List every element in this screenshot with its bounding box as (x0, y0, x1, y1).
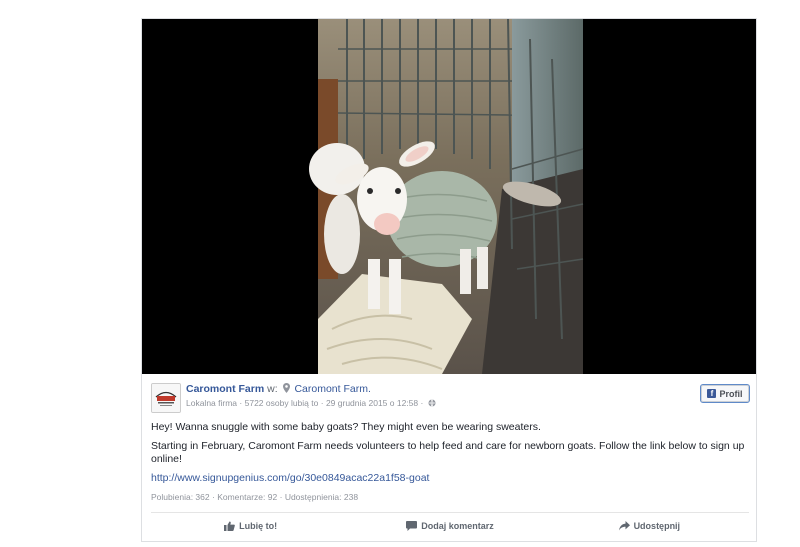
post-stats: Polubienia: 362 · Komentarze: 92 · Udost… (151, 492, 358, 502)
stats-dot: · (279, 492, 283, 502)
meta-dot: · (320, 398, 324, 408)
page-likes-count[interactable]: 5722 osoby lubią to (245, 398, 319, 408)
comment-button-label: Dodaj komentarz (421, 521, 494, 531)
post-actions: Lubię to! Dodaj komentarz Udostępnij (151, 516, 749, 536)
meta-dot: · (239, 398, 243, 408)
page-avatar[interactable] (151, 383, 181, 413)
facebook-post: Caromont Farm w: Caromont Farm. Lokalna … (141, 18, 757, 542)
actions-divider (151, 512, 749, 513)
share-button-label: Udostępnij (633, 521, 681, 531)
location-pin-icon (282, 383, 290, 393)
comment-button[interactable]: Dodaj komentarz (350, 516, 549, 536)
video-player[interactable] (142, 19, 756, 374)
post-text-line-1: Hey! Wanna snuggle with some baby goats?… (151, 421, 541, 433)
share-button[interactable]: Udostępnij (550, 516, 749, 536)
post-meta: Lokalna firma · 5722 osoby lubią to · 29… (186, 398, 436, 408)
baby-goat-video-frame (142, 19, 756, 374)
post-body: Hey! Wanna snuggle with some baby goats?… (151, 421, 751, 491)
shares-count[interactable]: Udostępnienia: 238 (285, 492, 358, 502)
location-link[interactable]: Caromont Farm. (294, 383, 370, 395)
signup-link[interactable]: http://www.signupgenius.com/go/30e0849ac… (151, 472, 429, 484)
meta-dot: · (420, 398, 424, 408)
post-text-line-2: Starting in February, Caromont Farm need… (151, 440, 745, 465)
post-header: Caromont Farm w: Caromont Farm. Lokalna … (151, 383, 750, 423)
profile-button-label: Profil (719, 388, 743, 399)
caromont-logo-icon (152, 384, 180, 412)
thumbs-up-icon (224, 521, 236, 531)
post-author-line: Caromont Farm w: Caromont Farm. (186, 383, 371, 395)
page-name-link[interactable]: Caromont Farm (186, 383, 264, 395)
like-button[interactable]: Lubię to! (151, 516, 350, 536)
globe-icon (428, 399, 436, 407)
facebook-logo-icon: f (707, 389, 717, 398)
likes-count[interactable]: Polubienia: 362 (151, 492, 210, 502)
comment-icon (406, 521, 418, 531)
share-arrow-icon (618, 521, 630, 531)
stats-dot: · (211, 492, 215, 502)
location-separator: w: (267, 383, 278, 395)
profile-button[interactable]: f Profil (700, 384, 750, 403)
like-button-label: Lubię to! (239, 521, 278, 531)
page-category: Lokalna firma (186, 398, 238, 408)
comments-count[interactable]: Komentarze: 92 (217, 492, 277, 502)
post-timestamp[interactable]: 29 grudnia 2015 o 12:58 (326, 398, 418, 408)
